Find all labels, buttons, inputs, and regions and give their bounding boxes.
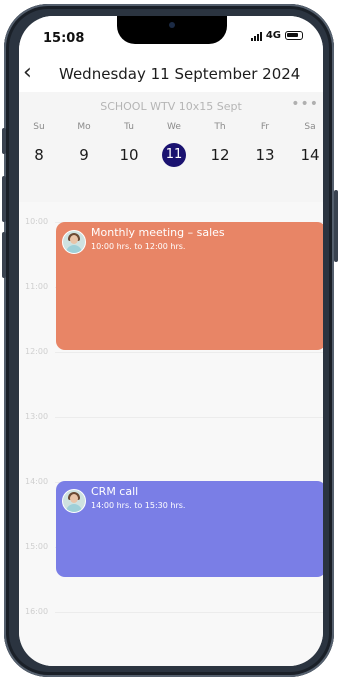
day-column[interactable]: Th 12	[200, 122, 240, 167]
day-of-week-label: Sa	[304, 122, 316, 132]
power-button	[334, 190, 338, 262]
hour-divider	[55, 352, 323, 353]
day-number[interactable]: 14	[298, 143, 322, 167]
more-options-icon[interactable]: •••	[291, 96, 319, 112]
status-time: 15:08	[43, 31, 85, 46]
hour-label: 15:00	[25, 542, 49, 551]
page-title: Wednesday 11 September 2024	[59, 65, 301, 83]
hour-label: 10:00	[25, 217, 49, 226]
day-timeline: 17:0016:0015:0014:0013:0012:0011:0010:00…	[19, 202, 323, 666]
signal-icon	[250, 31, 262, 41]
avatar	[62, 489, 86, 513]
day-number[interactable]: 9	[72, 143, 96, 167]
screen: 15:08 4G ‹ Wednesday 11 September 2024 S…	[19, 16, 323, 666]
day-number[interactable]: 12	[208, 143, 232, 167]
chevron-left-icon[interactable]: ‹	[23, 62, 32, 84]
hour-label: 14:00	[25, 477, 49, 486]
event-monthly-meeting[interactable]: Monthly meeting – sales 10:00 hrs. to 12…	[56, 222, 323, 350]
hour-label: 12:00	[25, 347, 49, 356]
hour-divider	[55, 612, 323, 613]
day-of-week-label: Tu	[124, 122, 134, 132]
battery-icon	[285, 31, 303, 40]
day-number[interactable]: 13	[253, 143, 277, 167]
day-column[interactable]: Mo 9	[64, 122, 104, 167]
hour-divider	[55, 417, 323, 418]
selected-day-number[interactable]: 11	[162, 143, 186, 167]
day-number[interactable]: 10	[117, 143, 141, 167]
day-of-week-label: Su	[33, 122, 45, 132]
mute-switch	[2, 128, 6, 154]
week-strip: SCHOOL WTV 10x15 Sept ••• Su 8 Mo 9 Tu 10 We 11…	[19, 92, 323, 202]
event-time: 14:00 hrs. to 15:30 hrs.	[91, 501, 186, 510]
day-number[interactable]: 8	[27, 143, 51, 167]
day-of-week-label: Fr	[260, 122, 270, 132]
network-label: 4G	[265, 30, 281, 41]
day-of-week-label: Th	[214, 122, 226, 132]
day-of-week-label: Mo	[77, 122, 91, 132]
volume-up-button	[2, 176, 6, 222]
status-indicators: 4G	[250, 30, 303, 41]
nav-bar: ‹ Wednesday 11 September 2024	[19, 56, 323, 92]
week-label[interactable]: SCHOOL WTV 10x15 Sept	[19, 100, 323, 113]
hour-label: 11:00	[25, 282, 49, 291]
day-column[interactable]: Fr 13	[245, 122, 285, 167]
event-time: 10:00 hrs. to 12:00 hrs.	[91, 242, 186, 251]
hour-label: 16:00	[25, 607, 49, 616]
hour-label: 13:00	[25, 412, 49, 421]
day-column[interactable]: Tu 10	[109, 122, 149, 167]
avatar	[62, 230, 86, 254]
event-crm-call[interactable]: CRM call 14:00 hrs. to 15:30 hrs.	[56, 481, 323, 577]
day-of-week-label: We	[167, 122, 181, 132]
day-column[interactable]: Sa 14	[290, 122, 323, 167]
day-column[interactable]: Su 8	[19, 122, 59, 167]
day-column[interactable]: We 11	[154, 122, 194, 167]
volume-down-button	[2, 232, 6, 278]
event-title: CRM call	[91, 485, 139, 498]
event-title: Monthly meeting – sales	[91, 226, 225, 239]
notch	[117, 16, 227, 44]
